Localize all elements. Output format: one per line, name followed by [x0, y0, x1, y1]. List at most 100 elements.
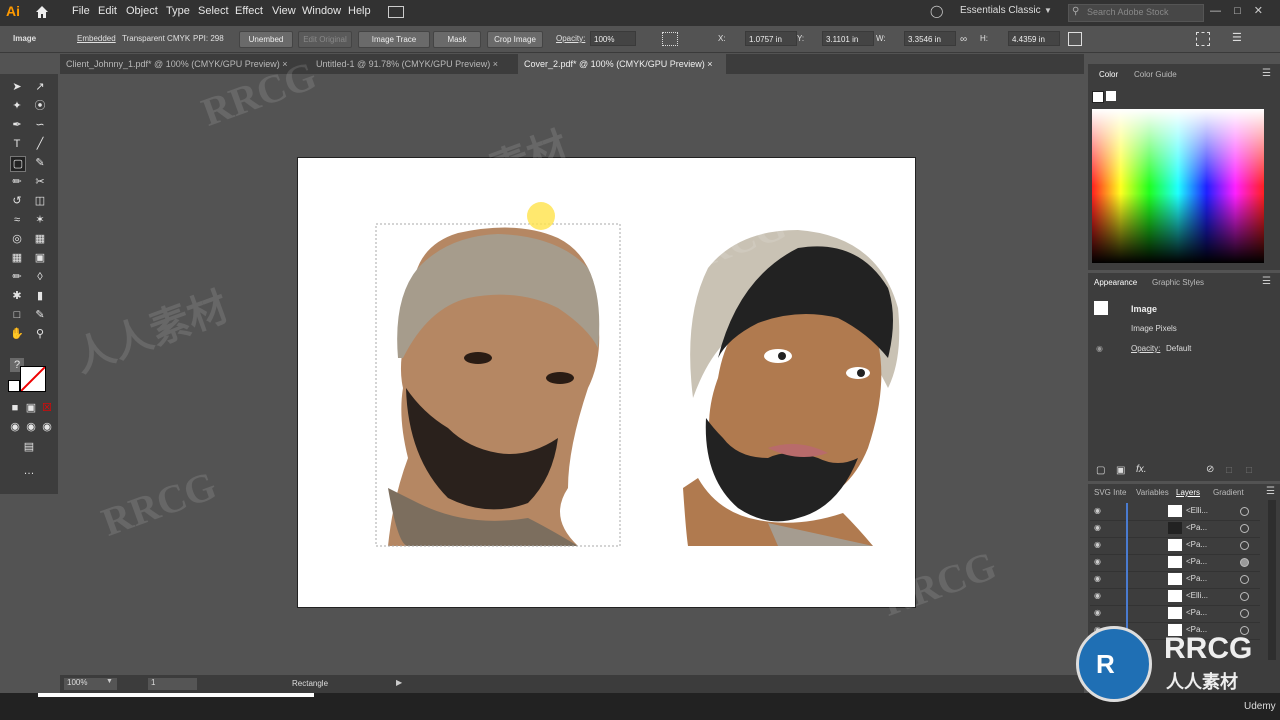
eye-icon[interactable]: ◉: [1094, 523, 1104, 533]
perspective-grid-tool-icon[interactable]: ▦: [33, 232, 47, 246]
image-trace-button[interactable]: Image Trace: [358, 31, 430, 48]
tab-appearance[interactable]: Appearance: [1094, 278, 1137, 287]
arrange-icon[interactable]: [1196, 32, 1210, 46]
link-icon[interactable]: ∞: [960, 34, 967, 45]
play-icon[interactable]: ▶: [396, 678, 402, 687]
tab-untitled-1[interactable]: Untitled-1 @ 91.78% (CMYK/GPU Preview) ×: [310, 54, 516, 74]
scale-tool-icon[interactable]: ◫: [33, 194, 47, 208]
close-icon[interactable]: ×: [707, 59, 712, 69]
embedded-link[interactable]: Embedded: [77, 34, 116, 43]
rotate-tool-icon[interactable]: ↺: [10, 194, 24, 208]
color-spectrum[interactable]: [1092, 109, 1264, 263]
mask-button[interactable]: Mask: [433, 31, 481, 48]
tab-gradient[interactable]: Gradient: [1213, 488, 1244, 497]
gradient-mode-icon[interactable]: ▣: [24, 401, 38, 415]
eyedropper-tool-icon[interactable]: ✏: [10, 270, 24, 284]
eye-icon[interactable]: ◉: [1094, 608, 1104, 618]
tab-color[interactable]: Color: [1099, 70, 1118, 79]
shape-builder-tool-icon[interactable]: ◎: [10, 232, 24, 246]
mesh-tool-icon[interactable]: ▦: [10, 251, 24, 265]
target-icon[interactable]: [1240, 575, 1249, 584]
clear-appearance-icon[interactable]: ⊘: [1206, 464, 1214, 475]
eye-icon[interactable]: ◉: [1094, 574, 1104, 584]
symbol-sprayer-tool-icon[interactable]: ✱: [10, 289, 24, 303]
screen-mode-icon[interactable]: ▤: [22, 440, 36, 454]
artboard[interactable]: [297, 157, 916, 608]
chevron-down-icon[interactable]: ▼: [106, 678, 113, 685]
target-icon[interactable]: [1240, 592, 1249, 601]
artboard-tool-icon[interactable]: □: [10, 308, 24, 322]
draw-normal-icon[interactable]: ◉: [8, 420, 22, 434]
magic-wand-tool-icon[interactable]: ✦: [10, 99, 24, 113]
selection-tool-icon[interactable]: ➤: [10, 80, 24, 94]
layer-row[interactable]: ◉ <Pa...: [1090, 571, 1260, 589]
arrange-documents-icon[interactable]: [388, 6, 404, 18]
menu-help[interactable]: Help: [348, 5, 371, 17]
tab-cover-2[interactable]: Cover_2.pdf* @ 100% (CMYK/GPU Preview) ×: [518, 54, 726, 74]
width-tool-icon[interactable]: ≈: [10, 213, 24, 227]
line-tool-icon[interactable]: ╱: [33, 137, 47, 151]
layer-row[interactable]: ◉ <Elli...: [1090, 588, 1260, 606]
menu-file[interactable]: File: [72, 5, 90, 17]
rectangle-tool-icon[interactable]: ▢: [10, 156, 26, 172]
close-icon[interactable]: ×: [493, 59, 498, 69]
y-input[interactable]: 3.1101 in: [822, 31, 874, 46]
eye-icon[interactable]: ◉: [1094, 591, 1104, 601]
menu-edit[interactable]: Edit: [98, 5, 117, 17]
scissors-tool-icon[interactable]: ✂: [33, 175, 47, 189]
tab-svg-interactivity[interactable]: SVG Inte: [1094, 488, 1126, 497]
search-stock-input[interactable]: ⚲ Search Adobe Stock: [1068, 4, 1204, 22]
none-mode-icon[interactable]: ☒: [40, 401, 54, 415]
home-icon[interactable]: [34, 4, 50, 20]
edit-toolbar-icon[interactable]: …: [22, 464, 36, 478]
menu-view[interactable]: View: [272, 5, 296, 17]
target-icon[interactable]: [1240, 507, 1249, 516]
vector-portrait[interactable]: [683, 230, 900, 546]
color-mode-icon[interactable]: ■: [8, 401, 22, 415]
duplicate-item-icon[interactable]: □: [1226, 465, 1232, 476]
eye-icon[interactable]: ◉: [1094, 540, 1104, 550]
target-icon[interactable]: [1240, 541, 1249, 550]
fill-swatch[interactable]: [20, 366, 46, 392]
paintbrush-tool-icon[interactable]: ✎: [33, 156, 47, 170]
edit-original-button[interactable]: Edit Original: [298, 31, 352, 48]
add-stroke-icon[interactable]: ▢: [1096, 465, 1105, 476]
tab-color-guide[interactable]: Color Guide: [1134, 70, 1177, 79]
eye-icon[interactable]: ◉: [1094, 557, 1104, 567]
crop-image-button[interactable]: Crop Image: [487, 31, 543, 48]
x-input[interactable]: 1.0757 in: [745, 31, 797, 46]
gradient-tool-icon[interactable]: ▣: [33, 251, 47, 265]
zoom-tool-icon[interactable]: ⚲: [33, 327, 47, 341]
puppet-warp-tool-icon[interactable]: ✶: [33, 213, 47, 227]
workspace-switcher[interactable]: Essentials Classic: [960, 5, 1041, 16]
panel-menu-icon[interactable]: ☰: [1262, 276, 1271, 287]
none-swatch[interactable]: [1092, 91, 1104, 103]
eye-icon[interactable]: ◉: [1094, 506, 1104, 516]
add-fill-icon[interactable]: ▣: [1116, 465, 1125, 476]
panel-menu-icon[interactable]: ☰: [1266, 486, 1275, 497]
layer-row[interactable]: ◉ <Elli...: [1090, 503, 1260, 521]
tab-client-johnny[interactable]: Client_Johnny_1.pdf* @ 100% (CMYK/GPU Pr…: [60, 54, 312, 74]
opacity-label[interactable]: Opacity:: [1131, 344, 1160, 353]
tab-graphic-styles[interactable]: Graphic Styles: [1152, 278, 1204, 287]
slice-tool-icon[interactable]: ✎: [33, 308, 47, 322]
artboard-select[interactable]: 1: [148, 678, 197, 690]
eye-icon[interactable]: ◉: [1096, 344, 1103, 353]
hand-tool-icon[interactable]: ✋: [10, 327, 24, 341]
shaper-tool-icon[interactable]: ✏: [10, 175, 24, 189]
unembed-button[interactable]: Unembed: [239, 31, 293, 48]
photo-image[interactable]: [388, 227, 600, 546]
white-swatch[interactable]: [1106, 91, 1116, 101]
opacity-input[interactable]: 100%: [590, 31, 636, 46]
minimize-icon[interactable]: —: [1210, 5, 1221, 17]
h-input[interactable]: 4.4359 in: [1008, 31, 1060, 46]
lightbulb-icon[interactable]: ◯: [930, 4, 943, 18]
lasso-tool-icon[interactable]: ⦿: [33, 99, 47, 113]
stroke-swatch[interactable]: [8, 380, 20, 392]
layer-row[interactable]: ◉ <Pa...: [1090, 605, 1260, 623]
align-grid-icon[interactable]: [662, 32, 678, 46]
menu-window[interactable]: Window: [302, 5, 341, 17]
fx-icon[interactable]: fx.: [1136, 464, 1147, 475]
blend-tool-icon[interactable]: ◊: [33, 270, 47, 284]
menu-type[interactable]: Type: [166, 5, 190, 17]
